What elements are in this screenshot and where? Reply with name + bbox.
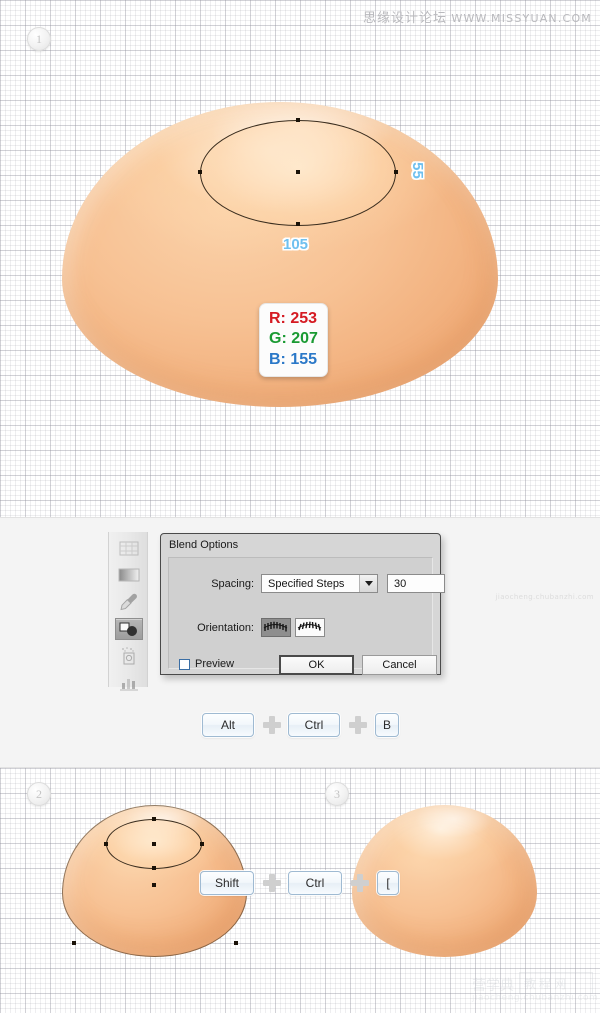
tool-column-graph-tool[interactable]: [115, 672, 143, 694]
anchor-step2-body-bottom-left: [72, 941, 76, 945]
mesh-icon: [115, 537, 143, 559]
band-divider-top: [0, 517, 600, 518]
step-badge-2: 2: [27, 782, 51, 806]
anchor-point-center: [296, 170, 300, 174]
plus-separator-icon-4: [351, 874, 369, 892]
watermark-top-cn: 思缘设计论坛: [363, 11, 448, 26]
orientation-align-to-path-button[interactable]: [295, 618, 325, 637]
watermark-bottom-box-text: 教程网: [524, 977, 570, 991]
preview-checkbox-row[interactable]: Preview: [179, 658, 234, 670]
tool-mesh-tool[interactable]: [115, 537, 143, 559]
key-bracket-left[interactable]: [: [377, 871, 399, 895]
color-value-red: R: 253: [269, 310, 318, 327]
orientation-label: Orientation:: [197, 622, 254, 634]
preview-label: Preview: [195, 658, 235, 670]
anchor-step2-body-center: [152, 883, 156, 887]
anchor-step2-right: [200, 842, 204, 846]
steps-input[interactable]: 30: [387, 574, 445, 593]
preview-checkbox[interactable]: [179, 658, 190, 670]
color-callout: R: 253 G: 207 B: 155: [259, 303, 328, 378]
anchor-point-right: [394, 170, 398, 174]
plus-separator-icon-1: [263, 716, 281, 734]
chevron-down-icon[interactable]: [359, 575, 377, 592]
anchor-step2-top: [152, 817, 156, 821]
orientation-path-icon: [297, 621, 322, 631]
watermark-middle: jiaocheng.chubanzhi.com: [495, 593, 594, 601]
spacing-label: Spacing:: [211, 578, 254, 590]
symbol-sprayer-icon: [115, 645, 143, 667]
anchor-point-bottom: [296, 222, 300, 226]
tool-gradient-tool[interactable]: [115, 564, 143, 586]
spacing-select-value: Specified Steps: [268, 577, 345, 590]
watermark-bottom-cn: 营学典: [472, 978, 514, 994]
watermark-bottom-box: 教程网: [519, 972, 593, 994]
blend-options-dialog[interactable]: Blend Options Spacing: Specified Steps 3…: [160, 533, 445, 675]
key-ctrl[interactable]: Ctrl: [288, 713, 340, 737]
orientation-align-to-page-button[interactable]: [261, 618, 291, 637]
spacing-select[interactable]: Specified Steps: [261, 574, 378, 593]
tool-symbol-sprayer-tool[interactable]: [115, 645, 143, 667]
key-ctrl-bottom[interactable]: Ctrl: [288, 871, 342, 895]
step-badge-1: 1: [27, 27, 51, 51]
key-shift[interactable]: Shift: [200, 871, 254, 895]
ok-button[interactable]: OK: [279, 655, 354, 675]
watermark-top-url: WWW.MISSYUAN.COM: [451, 12, 592, 25]
tool-blend-tool[interactable]: [115, 618, 143, 640]
cancel-button[interactable]: Cancel: [362, 655, 437, 675]
measurement-width-label: 105: [283, 236, 309, 253]
dialog-title: Blend Options: [169, 539, 239, 551]
anchor-point-top: [296, 118, 300, 122]
color-value-green: G: 207: [269, 330, 318, 348]
anchor-point-left: [198, 170, 202, 174]
key-alt[interactable]: Alt: [202, 713, 254, 737]
step-badge-3: 3: [325, 782, 349, 806]
illustrator-toolbar[interactable]: [108, 532, 148, 691]
column-graph-icon: [115, 672, 143, 694]
anchor-step2-body-bottom-right: [234, 941, 238, 945]
watermark-bottom: 营学典 教程网 jiaocheng.chubanzhi.com: [472, 967, 598, 1007]
anchor-step2-center: [152, 842, 156, 846]
gradient-icon: [115, 564, 143, 586]
watermark-bottom-url: jiaocheng.chubanzhi.com: [472, 993, 599, 1003]
blend-icon: [116, 619, 142, 639]
anchor-step2-bottom: [152, 866, 156, 870]
dialog-body: Spacing: Specified Steps 30 Orientation:: [168, 557, 445, 675]
color-value-blue: B: 155: [269, 350, 318, 368]
eyedropper-icon: [115, 591, 143, 613]
tool-eyedropper-tool[interactable]: [115, 591, 143, 613]
orientation-page-icon: [263, 621, 288, 632]
watermark-top: 思缘设计论坛 WWW.MISSYUAN.COM: [363, 7, 592, 26]
anchor-step2-left: [104, 842, 108, 846]
plus-separator-icon-2: [349, 716, 367, 734]
measurement-height-label: 55: [408, 162, 426, 179]
key-b[interactable]: B: [375, 713, 399, 737]
plus-separator-icon-3: [263, 874, 281, 892]
